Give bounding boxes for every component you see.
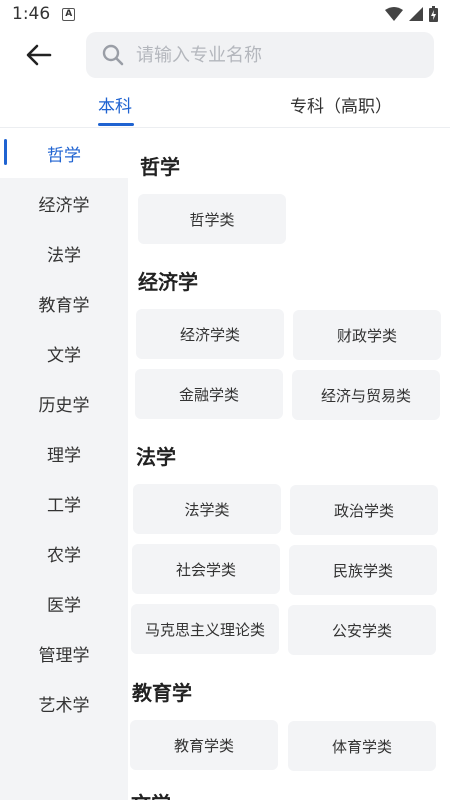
major-chip[interactable]: 经济学类 — [136, 309, 284, 359]
major-chip[interactable]: 哲学类 — [138, 194, 286, 244]
section-title: 法学 — [136, 445, 176, 469]
major-chip[interactable]: 公安学类 — [288, 605, 436, 655]
major-list: 哲学 哲学类 经济学 经济学类 财政学类 金融学类 经济与贸易类 法学 法学类 … — [128, 128, 450, 800]
search-input[interactable] — [136, 44, 396, 66]
status-time: 1:46 — [12, 4, 51, 24]
status-bar: 1:46 A — [0, 0, 450, 28]
notification-a-icon: A — [62, 7, 76, 21]
sidebar-item-management[interactable]: 管理学 — [0, 628, 128, 678]
major-chip[interactable]: 体育学类 — [288, 721, 436, 771]
sidebar-item-label: 法学 — [47, 245, 81, 266]
section-title: 文学 — [131, 788, 171, 800]
sidebar-item-arts[interactable]: 艺术学 — [0, 678, 128, 728]
sidebar-item-label: 经济学 — [38, 195, 90, 216]
major-chip[interactable]: 财政学类 — [293, 310, 441, 360]
search-bar[interactable] — [86, 32, 434, 78]
sidebar-item-label: 哲学 — [47, 145, 81, 166]
arrow-left-icon — [26, 44, 52, 66]
category-sidebar: 哲学 经济学 法学 教育学 文学 历史学 理学 工学 农学 医学 管理学 艺术学 — [0, 128, 128, 800]
wifi-icon — [385, 7, 403, 21]
tab-bar: 本科 专科（高职） — [0, 86, 450, 128]
sidebar-item-label: 教育学 — [38, 295, 90, 316]
tab-vocational[interactable]: 专科（高职） — [290, 92, 392, 117]
major-chip[interactable]: 教育学类 — [130, 720, 278, 770]
sidebar-item-engineering[interactable]: 工学 — [0, 478, 128, 528]
sidebar-item-agriculture[interactable]: 农学 — [0, 528, 128, 578]
major-chip[interactable]: 民族学类 — [289, 545, 437, 595]
major-chip[interactable]: 社会学类 — [132, 544, 280, 594]
section-title: 哲学 — [140, 155, 180, 179]
major-chip[interactable]: 金融学类 — [135, 369, 283, 419]
signal-icon — [409, 7, 423, 21]
sidebar-item-label: 农学 — [47, 545, 81, 566]
sidebar-item-philosophy[interactable]: 哲学 — [0, 128, 128, 178]
sidebar-item-label: 管理学 — [38, 645, 90, 666]
battery-charging-icon — [429, 6, 438, 22]
sidebar-item-label: 文学 — [47, 345, 81, 366]
sidebar-item-label: 理学 — [47, 445, 81, 466]
section-title: 经济学 — [138, 270, 198, 294]
sidebar-item-literature[interactable]: 文学 — [0, 328, 128, 378]
tab-undergraduate[interactable]: 本科 — [98, 92, 132, 117]
sidebar-item-economics[interactable]: 经济学 — [0, 178, 128, 228]
sidebar-item-label: 医学 — [47, 595, 81, 616]
sidebar-active-indicator — [4, 139, 7, 165]
sidebar-item-label: 工学 — [47, 495, 81, 516]
tab-active-indicator — [98, 123, 134, 126]
major-chip[interactable]: 法学类 — [133, 484, 281, 534]
sidebar-item-label: 艺术学 — [38, 695, 90, 716]
sidebar-item-science[interactable]: 理学 — [0, 428, 128, 478]
back-button[interactable] — [22, 40, 56, 70]
search-icon — [102, 44, 124, 66]
major-chip[interactable]: 经济与贸易类 — [292, 370, 440, 420]
major-chip[interactable]: 政治学类 — [290, 485, 438, 535]
sidebar-item-label: 历史学 — [38, 395, 90, 416]
sidebar-item-education[interactable]: 教育学 — [0, 278, 128, 328]
sidebar-item-law[interactable]: 法学 — [0, 228, 128, 278]
sidebar-item-history[interactable]: 历史学 — [0, 378, 128, 428]
section-title: 教育学 — [132, 681, 192, 705]
major-chip[interactable]: 马克思主义理论类 — [131, 604, 279, 654]
sidebar-item-medicine[interactable]: 医学 — [0, 578, 128, 628]
top-bar — [0, 30, 450, 82]
